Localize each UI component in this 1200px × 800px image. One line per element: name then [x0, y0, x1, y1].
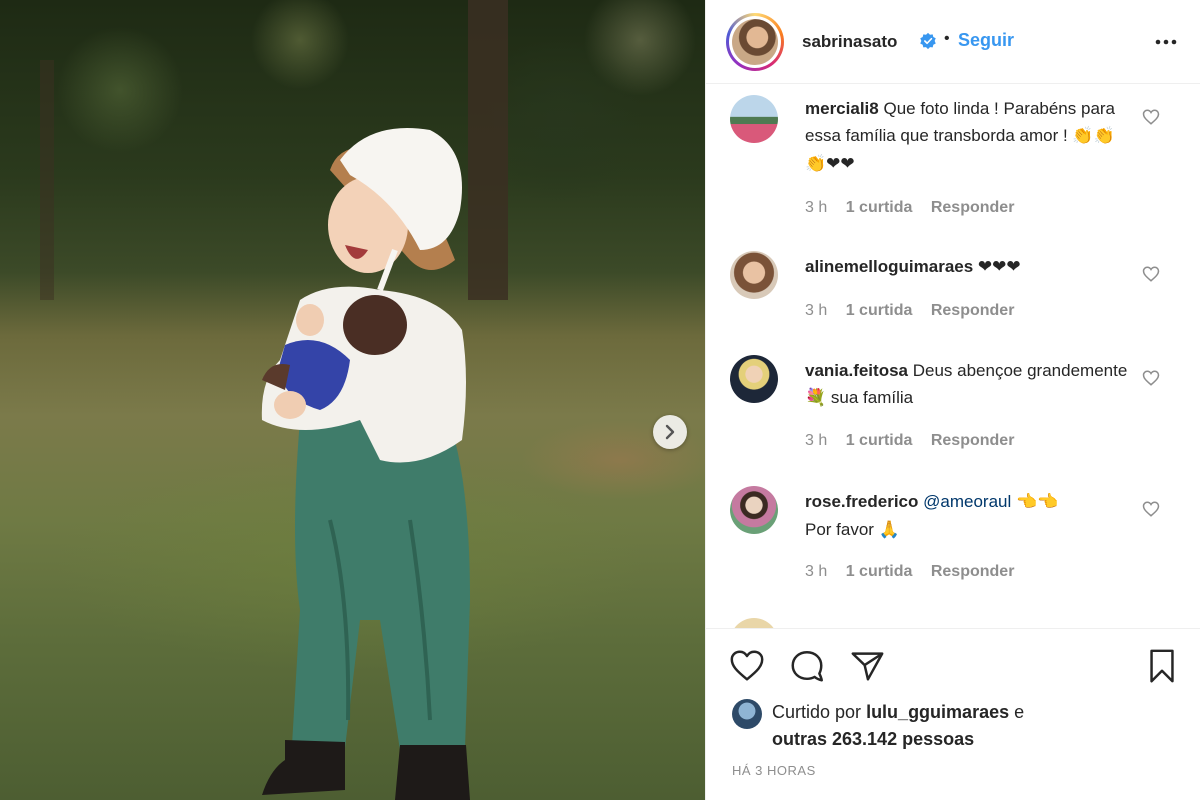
liked-by-user[interactable]: lulu_gguimaraes: [866, 702, 1009, 722]
chevron-right-icon: [665, 424, 675, 440]
comment-emojis: ❤❤❤: [977, 257, 1021, 277]
comment-likes[interactable]: 1 curtida: [846, 302, 913, 319]
likes-conj: e: [1014, 702, 1025, 722]
post-header: sabrinasato • Seguir: [706, 0, 1200, 84]
comment-body-end: sua família: [830, 388, 914, 407]
comment-icon[interactable]: [788, 647, 826, 685]
comment-username[interactable]: rose.frederico: [805, 492, 918, 511]
post-side-panel: sabrinasato • Seguir merciali8 Que foto …: [705, 0, 1200, 800]
comment-likes[interactable]: 1 curtida: [846, 563, 913, 580]
comment-meta: 3 h 1 curtida Responder: [805, 302, 1028, 320]
comment-username[interactable]: merciali8: [805, 99, 879, 118]
reply-button[interactable]: Responder: [931, 563, 1015, 580]
comment-avatar[interactable]: [730, 251, 778, 299]
author-avatar[interactable]: [732, 19, 778, 65]
comment-time: 3 h: [805, 302, 828, 319]
comment-avatar[interactable]: [730, 355, 778, 403]
likes-prefix: Curtido por: [772, 702, 862, 722]
comment-username[interactable]: alinemelloguimaraes: [805, 257, 973, 276]
comment-username[interactable]: vania.feitosa: [805, 361, 908, 380]
post-photo: [0, 0, 705, 800]
comment-text: alinemelloguimaraes ❤❤❤: [805, 253, 1135, 281]
follow-button[interactable]: Seguir: [958, 30, 1014, 51]
comment-avatar-partial[interactable]: [730, 618, 778, 628]
author-username[interactable]: sabrinasato: [802, 32, 897, 52]
comment-meta: 3 h 1 curtida Responder: [805, 563, 1028, 581]
verified-badge-icon: [920, 32, 936, 50]
reply-button[interactable]: Responder: [931, 432, 1015, 449]
pray-emoji: 🙏: [878, 520, 900, 540]
comment-likes[interactable]: 1 curtida: [846, 199, 913, 216]
separator-dot: •: [944, 30, 950, 47]
reply-button[interactable]: Responder: [931, 199, 1015, 216]
bookmark-icon[interactable]: [1143, 647, 1181, 685]
comment-time: 3 h: [805, 563, 828, 580]
comment-time: 3 h: [805, 432, 828, 449]
comment-meta: 3 h 1 curtida Responder: [805, 432, 1028, 450]
post-actions: Curtido por lulu_gguimaraes e outras 263…: [706, 628, 1200, 800]
comment-emojis: 👈👈: [1016, 492, 1059, 512]
comment-like-icon[interactable]: [1142, 265, 1160, 283]
more-options-icon[interactable]: [1153, 32, 1179, 52]
reply-button[interactable]: Responder: [931, 302, 1015, 319]
child-figure: [261, 128, 470, 800]
comment-body: Deus abençoe grandemente: [912, 361, 1128, 380]
likes-count[interactable]: outras 263.142 pessoas: [772, 729, 974, 749]
bouquet-emoji: 💐: [805, 388, 827, 408]
story-ring[interactable]: [726, 13, 784, 71]
post-time[interactable]: HÁ 3 HORAS: [732, 763, 816, 778]
comment-time: 3 h: [805, 199, 828, 216]
next-photo-button[interactable]: [653, 415, 687, 449]
likes-summary: Curtido por lulu_gguimaraes e outras 263…: [772, 699, 1092, 753]
comment-text: vania.feitosa Deus abençoe grandemente 💐…: [805, 357, 1135, 412]
comment-mention[interactable]: @ameoraul: [923, 492, 1011, 511]
comment-text: rose.frederico @ameoraul 👈👈 Por favor 🙏: [805, 488, 1135, 544]
comment-like-icon[interactable]: [1142, 500, 1160, 518]
comment-text: merciali8 Que foto linda ! Parabéns para…: [805, 95, 1135, 178]
heart-icon[interactable]: [728, 647, 766, 685]
comment-like-icon[interactable]: [1142, 108, 1160, 126]
comments-list[interactable]: merciali8 Que foto linda ! Parabéns para…: [706, 85, 1200, 628]
comment-avatar[interactable]: [730, 95, 778, 143]
comment-avatar[interactable]: [730, 486, 778, 534]
liked-by-avatar[interactable]: [732, 699, 762, 729]
comment-likes[interactable]: 1 curtida: [846, 432, 913, 449]
comment-like-icon[interactable]: [1142, 369, 1160, 387]
comment-body: Por favor: [805, 520, 874, 539]
share-icon[interactable]: [848, 647, 886, 685]
comment-meta: 3 h 1 curtida Responder: [805, 199, 1028, 217]
